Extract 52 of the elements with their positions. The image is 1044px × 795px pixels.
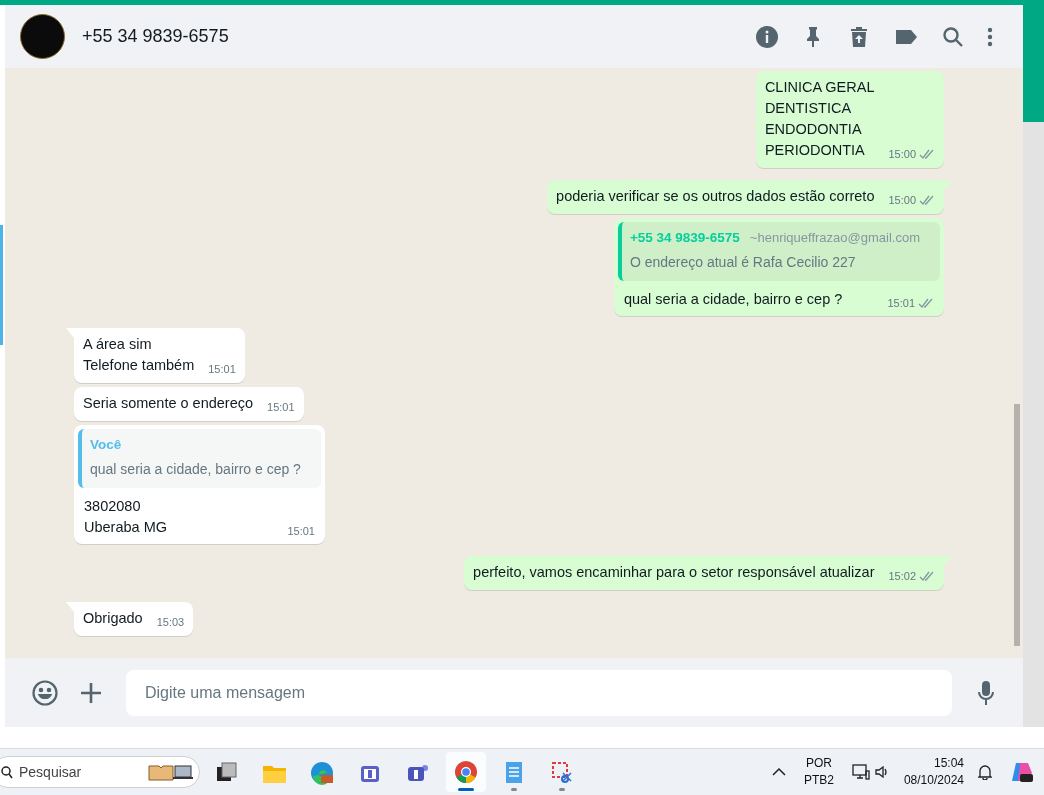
microphone-icon[interactable] — [977, 679, 995, 706]
message-text: Seria somente o endereço — [83, 394, 254, 413]
double-check-icon — [919, 571, 935, 582]
quoted-message[interactable]: Você qual seria a cidade, bairro e cep ? — [78, 429, 321, 488]
emoji-icon[interactable] — [31, 678, 59, 707]
taskbar-app[interactable] — [446, 752, 486, 792]
book-icon — [147, 762, 193, 782]
search-placeholder: Pesquisar — [19, 762, 82, 782]
contact-avatar[interactable] — [20, 14, 65, 59]
double-check-icon — [919, 149, 935, 160]
quote-author: Você — [90, 436, 122, 454]
message-time: 15:00 — [888, 193, 916, 208]
plus-icon[interactable] — [80, 681, 102, 704]
message-text: CLINICA GERAL DENTISTICA ENDODONTIA PERIODONTIA — [764, 78, 875, 160]
message-time: 15:01 — [287, 524, 315, 539]
quoted-message[interactable]: +55 34 9839-6575 ~henriqueffrazao@gmail.com O endereço atual é Rafa Cecilio 227 — [617, 222, 940, 281]
quote-author-note: ~henriqueffrazao@gmail.com — [749, 229, 920, 247]
keyboard-layout[interactable]: PTB2 — [803, 772, 834, 789]
message-time: 15:01 — [208, 362, 236, 377]
copilot-icon[interactable] — [1010, 761, 1034, 783]
message-input[interactable]: Digite uma mensagem — [126, 669, 952, 716]
chrome-icon — [453, 759, 479, 785]
quote-text: qual seria a cidade, bairro e cep ? — [90, 460, 301, 479]
message-time: 15:02 — [888, 569, 916, 584]
contact-name[interactable]: +55 34 9839-6575 — [82, 23, 229, 50]
bell-icon[interactable] — [978, 764, 992, 780]
message-text: A área sim Telefone também — [83, 335, 195, 375]
snipping-tool-icon — [549, 759, 575, 785]
double-check-icon — [918, 298, 934, 309]
message-text: Obrigado — [83, 609, 143, 628]
search-icon — [1, 765, 13, 779]
speaker-icon[interactable] — [873, 764, 890, 780]
network-icon[interactable] — [851, 763, 870, 781]
message-text: poderia verificar se os outros dados estão correto — [556, 187, 875, 206]
message-time: 15:01 — [887, 296, 915, 311]
message-text: qual seria a cidade, bairro e cep ? — [623, 290, 843, 309]
clock-time[interactable]: 15:04 — [933, 755, 964, 772]
chevron-up-icon[interactable] — [771, 767, 786, 777]
search-field[interactable]: Pesquisar — [0, 756, 200, 788]
message-time: 15:00 — [888, 147, 916, 162]
clock-date[interactable]: 08/10/2024 — [903, 772, 964, 789]
message-time: 15:01 — [267, 400, 295, 415]
language-indicator[interactable]: POR — [805, 755, 832, 772]
message-text: 3802080 Uberaba MG — [84, 497, 167, 537]
quote-author: +55 34 9839-6575 — [629, 229, 740, 247]
info-icon[interactable] — [755, 24, 779, 49]
message-time: 15:03 — [156, 615, 185, 630]
search-icon[interactable] — [941, 24, 965, 49]
double-check-icon — [919, 195, 935, 206]
quote-text: O endereço atual é Rafa Cecilio 227 — [629, 253, 857, 272]
menu-icon[interactable] — [987, 25, 993, 48]
message-text: perfeito, vamos encaminhar para o setor responsável atualizar — [473, 563, 875, 582]
